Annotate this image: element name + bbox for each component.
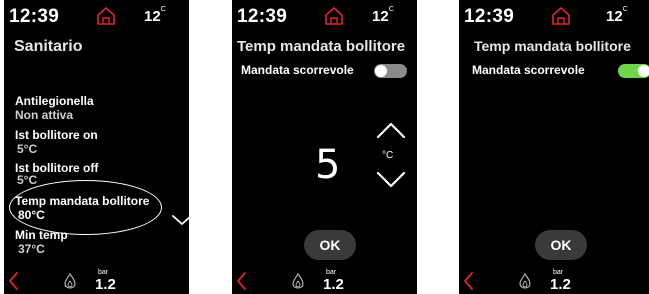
footer-bar: bar 1.2 xyxy=(232,268,417,294)
list-item-ist-bollitore-on[interactable]: Ist bollitore on 5°C xyxy=(15,128,180,156)
temperature-value: 12 xyxy=(144,8,161,25)
clock: 12:39 xyxy=(9,6,60,27)
list-item-label: Ist bollitore on xyxy=(15,128,98,142)
mandata-scorrevole-toggle[interactable] xyxy=(618,64,649,78)
status-bar: 12:39 12C xyxy=(459,0,649,34)
status-bar: 12:39 12C xyxy=(232,0,417,34)
pressure-unit: bar xyxy=(326,269,337,276)
list-item-antilegionella[interactable]: Antilegionella Non attiva xyxy=(15,94,180,122)
back-arrow-icon[interactable] xyxy=(462,271,474,291)
list-item-value: 5°C xyxy=(17,142,38,156)
status-bar: 12:39 12C xyxy=(4,0,189,34)
temperature-value: 12 xyxy=(606,8,623,25)
toggle-knob xyxy=(638,65,649,77)
list-item-value: Non attiva xyxy=(15,108,74,122)
list-item-label: Antilegionella xyxy=(15,94,94,108)
setpoint-value: 5 xyxy=(315,142,341,188)
flame-icon xyxy=(292,273,304,289)
chevron-up-icon[interactable] xyxy=(375,120,407,140)
back-arrow-icon[interactable] xyxy=(7,271,19,291)
temperature-unit: C xyxy=(388,6,394,13)
temperature-value: 12 xyxy=(372,8,389,25)
option-label: Mandata scorrevole xyxy=(472,63,585,77)
outdoor-temperature: 12C xyxy=(606,6,628,25)
temperature-unit: C xyxy=(160,6,166,13)
chevron-down-icon[interactable] xyxy=(171,213,189,227)
footer-bar: bar 1.2 xyxy=(4,268,189,294)
clock: 12:39 xyxy=(464,6,515,27)
ok-button[interactable]: OK xyxy=(535,230,587,260)
home-icon[interactable] xyxy=(551,6,571,26)
list-item-value: 37°C xyxy=(18,242,45,256)
pressure-value: 1.2 xyxy=(550,276,571,293)
option-label: Mandata scorrevole xyxy=(241,63,354,77)
page-title: Temp mandata bollitore xyxy=(474,38,631,54)
home-icon[interactable] xyxy=(96,6,116,26)
pressure-unit: bar xyxy=(98,269,109,276)
ok-button[interactable]: OK xyxy=(304,230,356,260)
clock: 12:39 xyxy=(237,6,288,27)
home-icon[interactable] xyxy=(324,6,344,26)
chevron-down-icon[interactable] xyxy=(375,170,407,190)
temperature-unit: C xyxy=(622,6,628,13)
pressure-unit: bar xyxy=(553,269,564,276)
screen-sanitario: 12:39 12C Sanitario Antilegionella Non a… xyxy=(4,0,189,294)
flame-icon xyxy=(64,273,76,289)
page-title: Sanitario xyxy=(14,38,83,55)
back-arrow-icon[interactable] xyxy=(235,271,247,291)
outdoor-temperature: 12C xyxy=(144,6,166,25)
screen-temp-mandata-off: 12:39 12C Temp mandata bollitore Mandata… xyxy=(232,0,417,294)
outdoor-temperature: 12C xyxy=(372,6,394,25)
screen-temp-mandata-on: 12:39 12C Temp mandata bollitore Mandata… xyxy=(459,0,649,294)
flame-icon xyxy=(519,273,531,289)
page-title: Temp mandata bollitore xyxy=(237,38,406,55)
highlight-oval xyxy=(9,180,162,235)
mandata-scorrevole-toggle[interactable] xyxy=(374,64,407,78)
footer-bar: bar 1.2 xyxy=(459,268,649,294)
setpoint-unit: °C xyxy=(382,150,394,161)
toggle-knob xyxy=(375,65,387,77)
pressure-value: 1.2 xyxy=(323,276,344,293)
pressure-value: 1.2 xyxy=(95,276,116,293)
